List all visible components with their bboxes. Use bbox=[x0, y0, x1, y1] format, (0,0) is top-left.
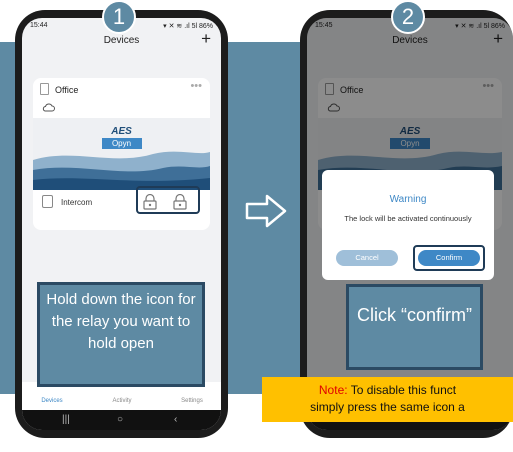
system-navigation-bar: ||| ○ ‹ bbox=[22, 410, 221, 430]
arrow-right-icon bbox=[245, 194, 287, 228]
confirm-highlight-box bbox=[413, 245, 485, 271]
nav-devices[interactable]: Devices bbox=[27, 398, 77, 404]
device-icon bbox=[40, 83, 49, 95]
device-banner: AES Opyn bbox=[33, 118, 210, 190]
cancel-button[interactable]: Cancel bbox=[336, 250, 398, 266]
warning-dialog: Warning The lock will be activated conti… bbox=[322, 170, 494, 280]
intercom-icon bbox=[42, 195, 53, 208]
page-title: Devices bbox=[103, 35, 140, 46]
note-label: Note: bbox=[318, 383, 348, 397]
device-card-title: Office bbox=[55, 85, 79, 95]
step-1-instruction: Hold down the icon for the relay you wan… bbox=[37, 282, 205, 387]
home-icon[interactable]: ○ bbox=[117, 414, 123, 425]
relay-row: Intercom bbox=[33, 186, 210, 214]
recent-apps-icon[interactable]: ||| bbox=[62, 414, 70, 425]
add-device-button[interactable]: + bbox=[201, 29, 211, 49]
note-text-1: To disable this funct bbox=[350, 383, 457, 397]
dialog-message: The lock will be activated continuously bbox=[344, 214, 472, 223]
note-line-1: Note: To disable this funct bbox=[262, 382, 513, 399]
cloud-icon bbox=[42, 103, 55, 112]
device-card-office[interactable]: Office ••• AES Opyn Intercom bbox=[33, 78, 210, 230]
step-1-badge: 1 bbox=[102, 0, 136, 34]
relay-label: Intercom bbox=[61, 198, 93, 207]
phone-step-2: 15:45 ▾ ✕ ≋ .ıl 5l 86% Devices + Office … bbox=[300, 10, 513, 438]
step-2-instruction: Click “confirm” bbox=[346, 284, 483, 370]
dialog-title: Warning bbox=[389, 194, 427, 205]
logo-text-aes: AES bbox=[111, 126, 132, 137]
status-time: 15:44 bbox=[30, 22, 48, 29]
relay-highlight-box bbox=[136, 186, 200, 214]
nav-settings[interactable]: Settings bbox=[167, 398, 217, 404]
step-2-badge: 2 bbox=[391, 0, 425, 34]
back-icon[interactable]: ‹ bbox=[174, 414, 177, 425]
logo-text-opyn: Opyn bbox=[101, 138, 142, 149]
aes-opyn-logo: AES Opyn bbox=[101, 126, 142, 149]
nav-activity[interactable]: Activity bbox=[97, 398, 147, 404]
note-text-2: simply press the same icon a bbox=[310, 400, 465, 414]
more-options-button[interactable]: ••• bbox=[190, 80, 202, 92]
note-banner: Note: To disable this funct simply press… bbox=[262, 377, 513, 422]
